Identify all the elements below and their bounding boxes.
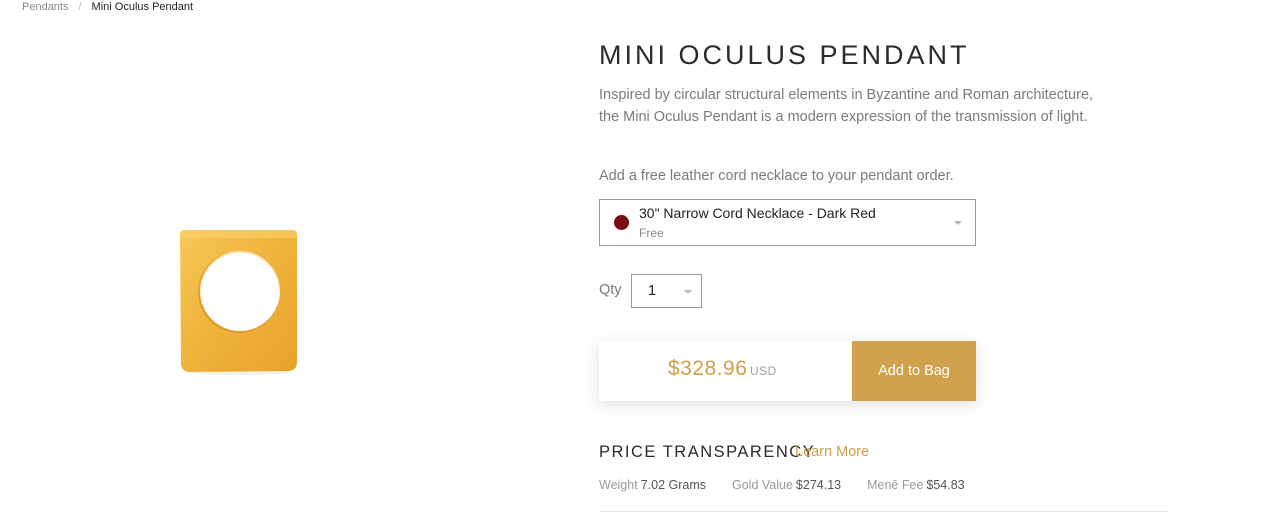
color-swatch: [614, 215, 629, 230]
gold-value-value: $274.13: [795, 478, 842, 492]
product-image[interactable]: [170, 222, 306, 380]
product-info-panel: MINI OCULUS PENDANT Inspired by circular…: [599, 0, 1179, 517]
learn-more-link[interactable]: Learn More: [795, 444, 869, 460]
weight-label: Weight: [599, 478, 638, 492]
gold-pendant-icon: [180, 230, 297, 375]
weight-value: 7.02 Grams: [640, 478, 706, 492]
price-amount: $328.96: [668, 357, 748, 380]
gold-value-label: Gold Value: [732, 478, 793, 492]
price-currency: USD: [750, 364, 777, 378]
quantity-select[interactable]: 1: [631, 274, 702, 308]
weight-stat: Weight 7.02 Grams: [599, 478, 706, 492]
add-to-bag-button[interactable]: Add to Bag: [852, 341, 976, 401]
chevron-down-icon: [684, 290, 692, 294]
cord-necklace-select[interactable]: 30" Narrow Cord Necklace - Dark Red Free: [599, 199, 976, 246]
chevron-down-icon: [954, 221, 962, 225]
cord-selected-price: Free: [639, 226, 664, 240]
qty-label: Qty: [599, 282, 622, 298]
fee-stat: Menē Fee $54.83: [867, 478, 965, 492]
price-transparency-stats: Weight 7.02 Grams Gold Value $274.13 Menē Fe…: [599, 478, 991, 492]
cord-note: Add a free leather cord necklace to your…: [599, 168, 954, 184]
price-transparency-heading: PRICE TRANSPARENCY: [599, 443, 816, 461]
breadcrumb-current: Mini Oculus Pendant: [91, 1, 194, 13]
quantity-value: 1: [648, 283, 657, 299]
fee-label: Menē Fee: [867, 478, 924, 492]
cord-selected-name: 30" Narrow Cord Necklace - Dark Red: [639, 205, 876, 221]
divider: [599, 511, 1167, 512]
page-title: MINI OCULUS PENDANT: [599, 40, 970, 70]
product-description: Inspired by circular structural elements…: [599, 87, 1094, 125]
breadcrumb-pendants-link[interactable]: Pendants: [22, 1, 68, 13]
gold-value-stat: Gold Value $274.13: [732, 478, 841, 492]
purchase-box: $328.96 USD Add to Bag: [599, 341, 976, 401]
breadcrumb: Pendants / Mini Oculus Pendant: [22, 0, 193, 14]
breadcrumb-separator: /: [78, 1, 82, 13]
fee-value: $54.83: [926, 478, 965, 492]
